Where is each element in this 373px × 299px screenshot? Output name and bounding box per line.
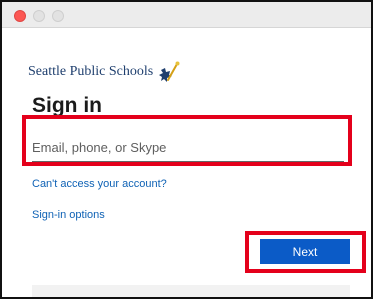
seattle-public-schools-logo-icon — [159, 61, 180, 82]
email-field[interactable] — [32, 134, 344, 161]
signin-options-link[interactable]: Sign-in options — [32, 209, 105, 221]
email-field-container — [32, 134, 344, 162]
close-icon[interactable] — [14, 10, 26, 22]
brand-name: Seattle Public Schools — [28, 64, 154, 79]
window-titlebar — [2, 2, 371, 28]
cant-access-account-link[interactable]: Can't access your account? — [32, 178, 167, 190]
page-title: Sign in — [32, 94, 102, 117]
brand-logo: Seattle Public Schools — [28, 60, 180, 84]
minimize-icon[interactable] — [33, 10, 45, 22]
browser-window: Seattle Public Schools Sign in Can't acc… — [0, 0, 373, 299]
maximize-icon[interactable] — [52, 10, 64, 22]
footer-strip — [32, 285, 350, 297]
next-button[interactable]: Next — [260, 239, 350, 264]
